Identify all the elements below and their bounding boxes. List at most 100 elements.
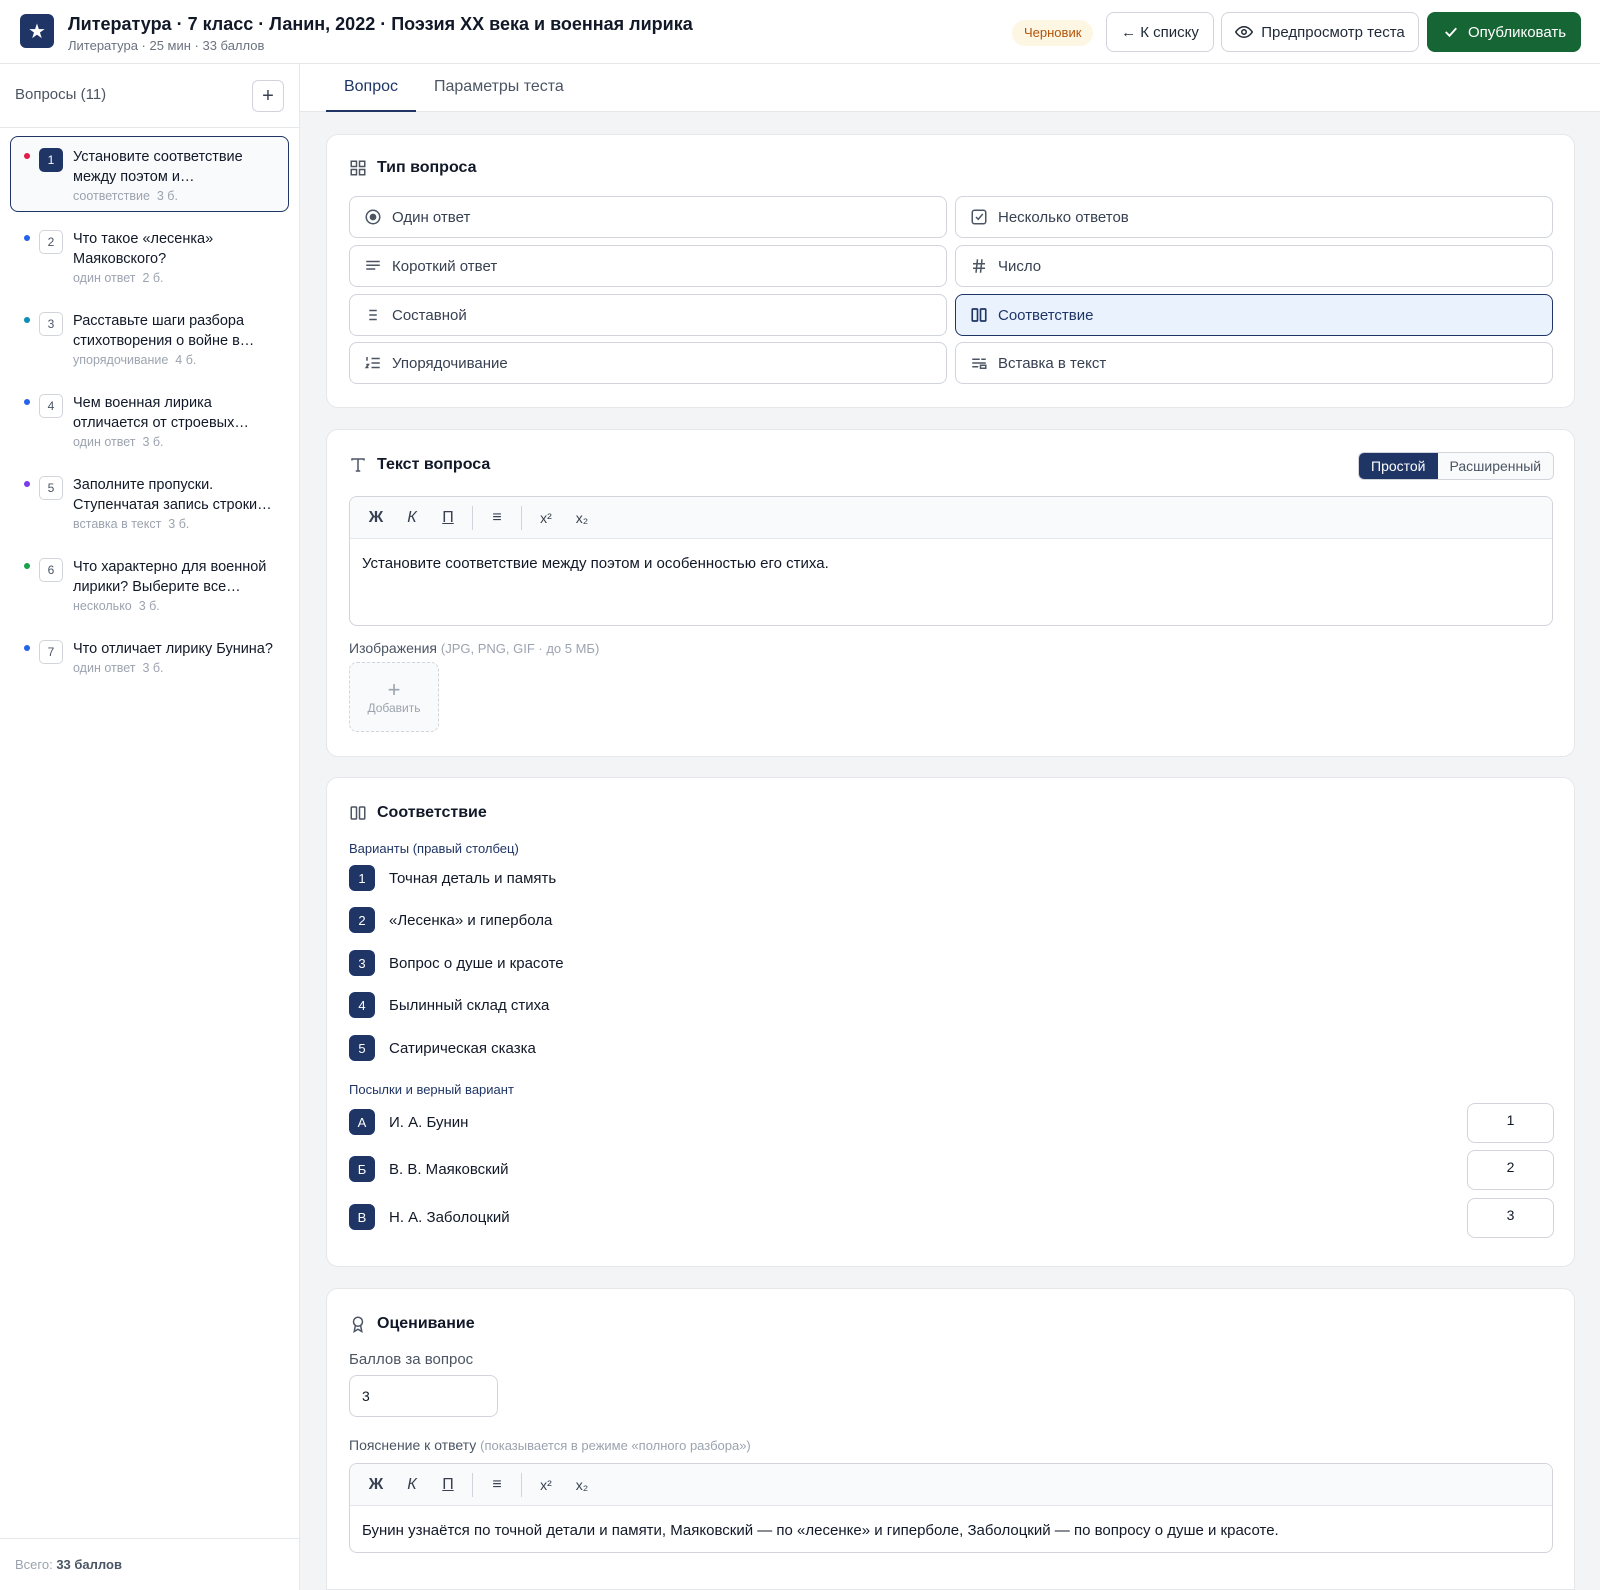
type-option-single[interactable]: Один ответ [349, 196, 947, 238]
type-dot [24, 563, 30, 569]
options-column-label: Варианты (правый столбец) [349, 841, 519, 856]
option-text[interactable]: Точная деталь и память [389, 870, 556, 887]
question-title: Установите соответствие между поэтом и… [73, 149, 243, 185]
toolbar-divider [521, 1472, 522, 1497]
question-type: соответствие [73, 189, 150, 203]
option-text[interactable]: «Лесенка» и гипербола [389, 912, 552, 929]
question-points: 3 б. [142, 661, 164, 675]
premise-letter: Б [349, 1156, 375, 1182]
superscript-button[interactable]: x² [528, 503, 564, 533]
option-text[interactable]: Сатирическая сказка [389, 1040, 536, 1057]
card-title: Текст вопроса [349, 456, 490, 474]
editor-toolbar: Ж К П ≡ x² x₂ [350, 497, 1552, 539]
question-text-content[interactable]: Установите соответствие между поэтом и о… [350, 539, 1552, 589]
question-number: 6 [39, 558, 63, 582]
matching-title: Соответствие [377, 804, 487, 821]
type-dot [24, 399, 30, 405]
back-to-list-button[interactable]: ← К списку [1106, 12, 1214, 52]
answer-input[interactable]: 1 [1467, 1103, 1554, 1143]
matching-card: Соответствие Варианты (правый столбец) 1… [326, 777, 1575, 1267]
type-dot [24, 317, 30, 323]
question-text-title: Текст вопроса [377, 456, 491, 473]
questions-sidebar: Вопросы (11) + 1 Установите соответствие… [0, 64, 300, 1590]
publish-button[interactable]: Опубликовать [1427, 12, 1581, 52]
option-text[interactable]: Былинный склад стиха [389, 997, 549, 1014]
bold-button[interactable]: Ж [358, 1470, 394, 1500]
list-button[interactable]: ≡ [479, 1470, 515, 1500]
subscript-button[interactable]: x₂ [564, 503, 600, 533]
ordered-list-icon [364, 357, 380, 369]
bold-button[interactable]: Ж [358, 503, 394, 533]
type-option-multiple[interactable]: Несколько ответов [955, 196, 1553, 238]
type-option-short[interactable]: Короткий ответ [349, 245, 947, 287]
question-text-card: Текст вопроса Простой Расширенный Ж К П … [326, 429, 1575, 757]
text-lines-icon [366, 260, 380, 270]
card-title: Соответствие [349, 804, 487, 822]
tab-question[interactable]: Вопрос [326, 64, 416, 112]
preview-label: Предпросмотр теста [1261, 23, 1405, 41]
premise-row: Б В. В. Маяковский [349, 1155, 509, 1183]
sidebar-item-question-1[interactable]: 1 Установите соответствие между поэтом и… [10, 136, 289, 212]
question-title: Заполните пропуски. Ступенчатая запись с… [73, 477, 272, 513]
underline-button[interactable]: П [430, 1470, 466, 1500]
sidebar-item-question-4[interactable]: 4 Чем военная лирика отличается от строе… [10, 382, 289, 458]
question-type: один ответ [73, 271, 136, 285]
points-input[interactable]: 3 [349, 1375, 498, 1417]
mode-advanced-button[interactable]: Расширенный [1437, 453, 1554, 479]
premise-text[interactable]: И. А. Бунин [389, 1114, 468, 1131]
premise-letter: А [349, 1109, 375, 1135]
type-option-matching[interactable]: Соответствие [955, 294, 1553, 336]
grid-icon [350, 160, 366, 176]
question-type-card: Тип вопроса Один ответ Несколько ответов… [326, 134, 1575, 408]
question-points: 2 б. [142, 271, 164, 285]
question-number: 5 [39, 476, 63, 500]
answer-input[interactable]: 3 [1467, 1198, 1554, 1238]
type-dot [24, 481, 30, 487]
award-icon [352, 1316, 364, 1333]
question-points: 4 б. [175, 353, 197, 367]
sidebar-item-question-2[interactable]: 2 Что такое «лесенка» Маяковского? один … [10, 218, 289, 294]
question-title: Чем военная лирика отличается от строевы… [73, 395, 249, 431]
sidebar-item-question-6[interactable]: 6 Что характерно для военной лирики? Выб… [10, 546, 289, 622]
editor-mode-toggle: Простой Расширенный [1358, 452, 1555, 480]
premises-label: Посылки и верный вариант [349, 1082, 514, 1097]
type-option-ordering[interactable]: Упорядочивание [349, 342, 947, 384]
option-text[interactable]: Вопрос о душе и красоте [389, 955, 564, 972]
sidebar-footer: Всего: 33 баллов [0, 1538, 300, 1590]
images-label-text: Изображения [349, 640, 437, 656]
sidebar-item-question-7[interactable]: 7 Что отличает лирику Бунина? один ответ… [10, 628, 289, 684]
italic-button[interactable]: К [394, 503, 430, 533]
grading-title: Оценивание [377, 1315, 475, 1332]
type-option-insert[interactable]: Вставка в текст [955, 342, 1553, 384]
list-icon [369, 309, 377, 321]
explanation-label-text: Пояснение к ответу [349, 1437, 477, 1453]
premise-text[interactable]: Н. А. Заболоцкий [389, 1209, 510, 1226]
option-number: 2 [349, 907, 375, 933]
question-points: 3 б. [142, 435, 164, 449]
type-option-composite[interactable]: Составной [349, 294, 947, 336]
preview-test-button[interactable]: Предпросмотр теста [1221, 12, 1419, 52]
type-option-number[interactable]: Число [955, 245, 1553, 287]
subscript-button[interactable]: x₂ [564, 1470, 600, 1500]
sidebar-item-question-5[interactable]: 5 Заполните пропуски. Ступенчатая запись… [10, 464, 289, 540]
premise-text[interactable]: В. В. Маяковский [389, 1161, 509, 1178]
sidebar-item-question-3[interactable]: 3 Расставьте шаги разбора стихотворения … [10, 300, 289, 376]
answer-input[interactable]: 2 [1467, 1150, 1554, 1190]
italic-button[interactable]: К [394, 1470, 430, 1500]
mode-simple-button[interactable]: Простой [1359, 453, 1438, 479]
add-question-button[interactable]: + [252, 80, 284, 112]
superscript-button[interactable]: x² [528, 1470, 564, 1500]
underline-button[interactable]: П [430, 503, 466, 533]
question-meta: один ответ 2 б. [73, 271, 164, 285]
publish-label: Опубликовать [1467, 23, 1567, 41]
option-number: 3 [349, 950, 375, 976]
toolbar-divider [472, 505, 473, 530]
premise-row: А И. А. Бунин [349, 1108, 468, 1136]
editor-toolbar: Ж К П ≡ x² x₂ [350, 1464, 1552, 1506]
checkbox-icon [971, 209, 987, 225]
list-button[interactable]: ≡ [479, 503, 515, 533]
question-type: упорядочивание [73, 353, 169, 367]
explanation-content[interactable]: Бунин узнаётся по точной детали и памяти… [350, 1506, 1552, 1552]
tab-test-settings[interactable]: Параметры теста [434, 64, 564, 112]
add-image-button[interactable]: + Добавить [349, 662, 439, 732]
